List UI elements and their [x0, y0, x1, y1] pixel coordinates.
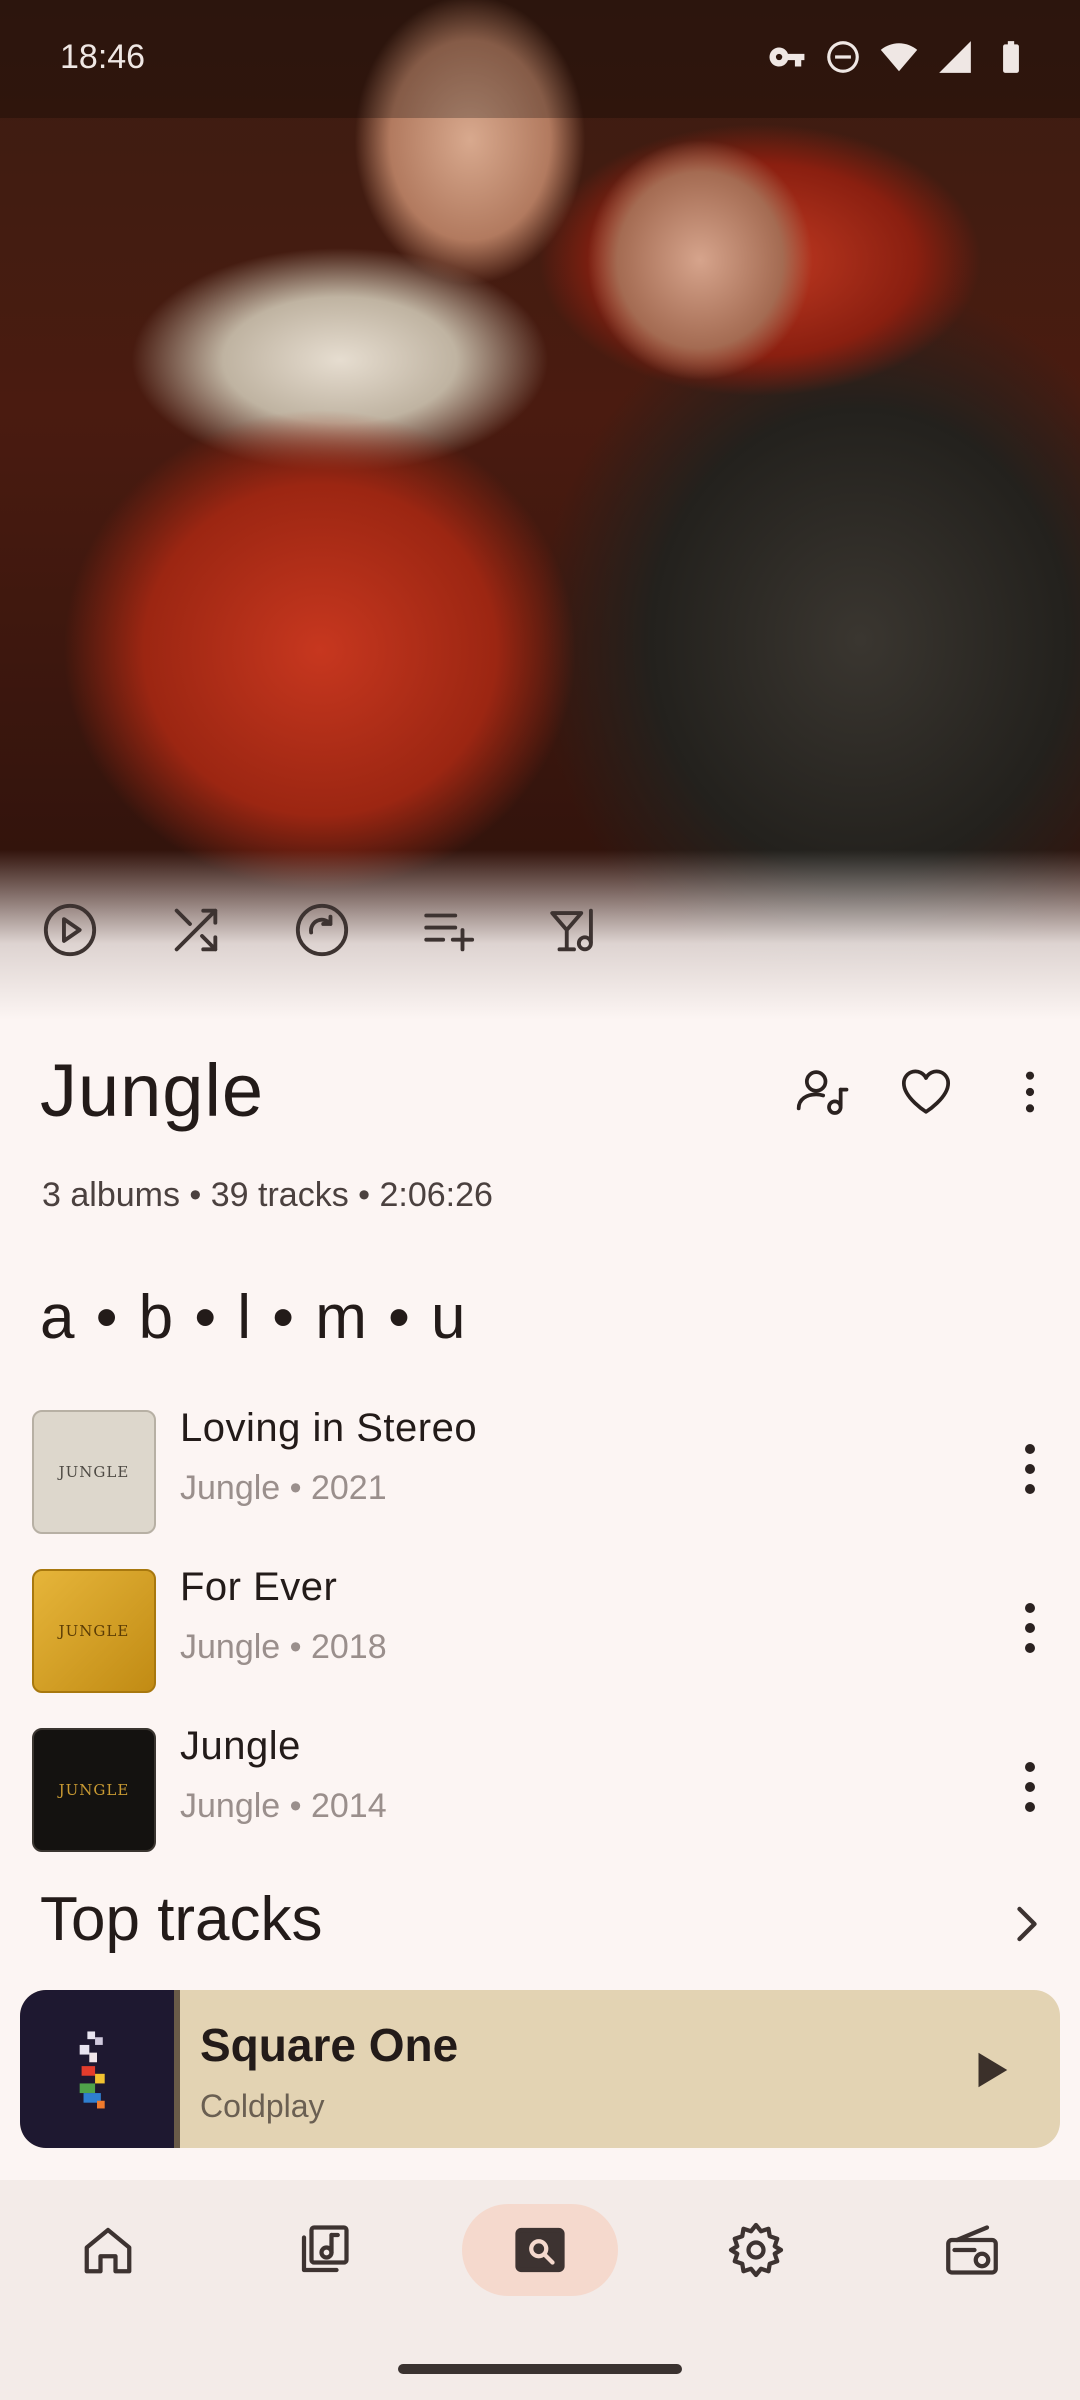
nav-home[interactable] [30, 2204, 186, 2296]
gesture-home-bar[interactable] [398, 2364, 682, 2374]
album-item[interactable]: JUNGLE Loving in Stereo Jungle • 2021 [32, 1392, 1062, 1551]
add-to-playlist-icon [550, 908, 593, 952]
mini-player-play-button[interactable] [950, 2030, 1030, 2110]
add-to-queue-button[interactable] [418, 900, 478, 960]
shuffle-button[interactable] [166, 900, 226, 960]
album-title: Jungle [180, 1724, 301, 1768]
artist-name: Jungle [40, 1049, 265, 1132]
heart-icon [901, 1069, 951, 1114]
albums-heading: a • b • l • m • u [40, 1283, 468, 1352]
radio-button[interactable] [292, 900, 352, 960]
status-icons [768, 38, 1030, 76]
album-art-graphic [79, 2031, 105, 2109]
nav-library[interactable] [246, 2204, 402, 2296]
album-cover: JUNGLE [32, 1727, 156, 1852]
artist-header-actions [792, 1062, 1060, 1122]
add-to-playlist-button[interactable] [544, 900, 604, 960]
nav-settings[interactable] [678, 2204, 834, 2296]
artist-actions [40, 900, 604, 960]
album-item[interactable]: JUNGLE For Ever Jungle • 2018 [32, 1551, 1062, 1710]
album-subtitle: Jungle • 2018 [180, 1628, 387, 1666]
album-title: For Ever [180, 1565, 338, 1609]
wifi-icon [880, 43, 918, 72]
battery-icon [1003, 41, 1019, 73]
vpn-key-icon [769, 47, 805, 67]
album-more-button[interactable] [1000, 1434, 1060, 1504]
album-title: Loving in Stereo [180, 1406, 478, 1450]
album-more-button[interactable] [1000, 1752, 1060, 1822]
artist-follow-icon [796, 1070, 849, 1115]
album-list: JUNGLE Loving in Stereo Jungle • 2021 JU… [32, 1392, 1062, 1869]
more-vert-icon [1025, 1071, 1035, 1113]
artist-meta: 3 albums • 39 tracks • 2:06:26 [42, 1176, 493, 1214]
signal-icon [939, 41, 971, 73]
play-icon [978, 2052, 1008, 2088]
more-vert-icon [1025, 1762, 1035, 1812]
status-bar: 18:46 [0, 0, 1080, 118]
mini-player-artwork [20, 1990, 180, 2148]
album-cover: JUNGLE [32, 1568, 156, 1693]
play-button[interactable] [40, 900, 100, 960]
nav-radio[interactable] [894, 2204, 1050, 2296]
follow-artist-button[interactable] [792, 1062, 852, 1122]
top-tracks-more-button[interactable] [1002, 1894, 1052, 1954]
more-options-button[interactable] [1000, 1062, 1060, 1122]
album-more-button[interactable] [1000, 1593, 1060, 1663]
favorite-button[interactable] [896, 1062, 956, 1122]
album-item[interactable]: JUNGLE Jungle Jungle • 2014 [32, 1710, 1062, 1869]
radio-device-icon [946, 2225, 998, 2275]
add-to-queue-icon [424, 913, 475, 952]
home-icon [84, 2227, 132, 2274]
now-playing-title: Square One [200, 2019, 459, 2071]
nav-search[interactable] [462, 2204, 618, 2296]
mini-player[interactable]: Square One Coldplay [20, 1990, 1060, 2148]
more-vert-icon [1025, 1444, 1035, 1494]
shuffle-icon [174, 908, 218, 952]
do-not-disturb-icon [827, 41, 859, 73]
status-time: 18:46 [60, 38, 146, 76]
settings-icon [728, 2222, 784, 2278]
play-icon [43, 903, 97, 957]
radio-icon [295, 903, 349, 957]
library-icon [301, 2225, 349, 2273]
album-subtitle: Jungle • 2021 [180, 1469, 387, 1507]
album-cover: JUNGLE [32, 1409, 156, 1534]
album-subtitle: Jungle • 2014 [180, 1787, 387, 1825]
chevron-right-icon [1017, 1906, 1037, 1942]
search-icon [515, 2227, 565, 2273]
more-vert-icon [1025, 1603, 1035, 1653]
top-tracks-heading[interactable]: Top tracks [40, 1884, 323, 1955]
now-playing-artist: Coldplay [200, 2088, 325, 2124]
